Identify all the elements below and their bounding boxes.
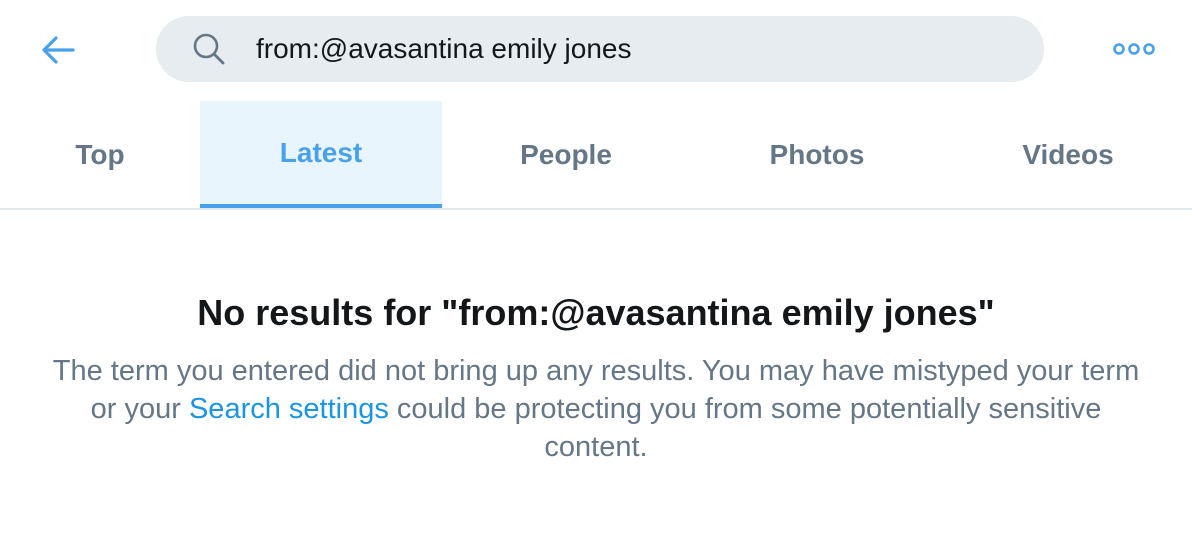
empty-state-title: No results for "from:@avasantina emily j… bbox=[197, 292, 995, 333]
tab-people[interactable]: People bbox=[442, 101, 690, 208]
more-dots-icon bbox=[1113, 43, 1155, 55]
top-bar bbox=[0, 0, 1192, 100]
arrow-left-icon bbox=[42, 36, 75, 64]
search-tabs: Top Latest People Photos Videos bbox=[0, 101, 1192, 210]
search-settings-link[interactable]: Search settings bbox=[189, 393, 389, 425]
search-input[interactable] bbox=[256, 26, 1016, 72]
tab-videos[interactable]: Videos bbox=[944, 101, 1192, 208]
tab-latest[interactable]: Latest bbox=[200, 101, 442, 208]
search-icon bbox=[193, 33, 225, 65]
tab-top[interactable]: Top bbox=[0, 101, 200, 208]
more-options-button[interactable] bbox=[1108, 32, 1160, 66]
search-box[interactable] bbox=[156, 16, 1044, 82]
empty-state-description: The term you entered did not bring up an… bbox=[46, 352, 1146, 466]
empty-state-text-after: could be protecting you from some potent… bbox=[388, 393, 1102, 463]
back-button[interactable] bbox=[36, 30, 80, 70]
search-results-page: Top Latest People Photos Videos No resul… bbox=[0, 0, 1192, 538]
tab-photos[interactable]: Photos bbox=[690, 101, 944, 208]
empty-state: No results for "from:@avasantina emily j… bbox=[0, 270, 1192, 466]
